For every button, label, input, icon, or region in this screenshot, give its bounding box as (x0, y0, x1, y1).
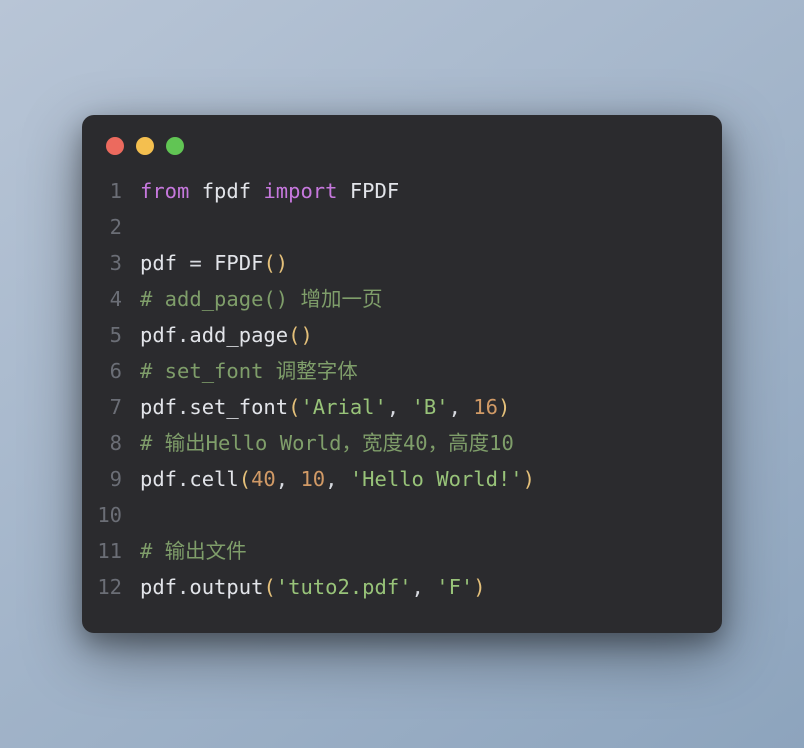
token: pdf (140, 323, 177, 347)
line-number: 5 (94, 317, 140, 353)
token: ) (473, 575, 485, 599)
code-line: 8# 输出Hello World，宽度40，高度10 (94, 425, 698, 461)
code-line: 3pdf = FPDF() (94, 245, 698, 281)
code-line: 1from fpdf import FPDF (94, 173, 698, 209)
line-number: 11 (94, 533, 140, 569)
token: # 输出Hello World，宽度40，高度10 (140, 431, 514, 455)
token: ( (288, 395, 300, 419)
token: 'Arial' (300, 395, 386, 419)
token: add_page (189, 323, 288, 347)
code-content: pdf.cell(40, 10, 'Hello World!') (140, 461, 535, 497)
token: 10 (300, 467, 325, 491)
line-number: 1 (94, 173, 140, 209)
code-content: # 输出文件 (140, 533, 247, 569)
code-line: 5pdf.add_page() (94, 317, 698, 353)
code-line: 12pdf.output('tuto2.pdf', 'F') (94, 569, 698, 605)
token: pdf (140, 251, 177, 275)
minimize-icon[interactable] (136, 137, 154, 155)
code-area[interactable]: 1from fpdf import FPDF23pdf = FPDF()4# a… (82, 163, 722, 606)
token: from (140, 179, 189, 203)
token: import (263, 179, 337, 203)
token: 'tuto2.pdf' (276, 575, 412, 599)
line-number: 7 (94, 389, 140, 425)
token: , (276, 467, 301, 491)
token: # 输出文件 (140, 539, 247, 563)
token: , (325, 467, 350, 491)
token: () (263, 251, 288, 275)
token: () (288, 323, 313, 347)
token: ( (263, 575, 275, 599)
code-content: pdf.add_page() (140, 317, 313, 353)
token (251, 179, 263, 203)
code-line: 6# set_font 调整字体 (94, 353, 698, 389)
token: set_font (189, 395, 288, 419)
code-content: # set_font 调整字体 (140, 353, 358, 389)
token: 'B' (412, 395, 449, 419)
token: # set_font 调整字体 (140, 359, 358, 383)
token: . (177, 575, 189, 599)
token: 'F' (436, 575, 473, 599)
token: , (387, 395, 412, 419)
token: pdf (140, 395, 177, 419)
line-number: 12 (94, 569, 140, 605)
titlebar (82, 115, 722, 163)
token: 16 (473, 395, 498, 419)
token: 40 (251, 467, 276, 491)
token: FPDF (214, 251, 263, 275)
line-number: 9 (94, 461, 140, 497)
token (338, 179, 350, 203)
code-line: 11# 输出文件 (94, 533, 698, 569)
token: , (449, 395, 474, 419)
token: . (177, 323, 189, 347)
token: . (177, 467, 189, 491)
line-number: 10 (94, 497, 140, 533)
code-line: 4# add_page() 增加一页 (94, 281, 698, 317)
code-content: # add_page() 增加一页 (140, 281, 382, 317)
code-content: # 输出Hello World，宽度40，高度10 (140, 425, 514, 461)
token (189, 179, 201, 203)
token: cell (189, 467, 238, 491)
code-line: 9pdf.cell(40, 10, 'Hello World!') (94, 461, 698, 497)
code-window: 1from fpdf import FPDF23pdf = FPDF()4# a… (82, 115, 722, 634)
token: 'Hello World!' (350, 467, 523, 491)
token: fpdf (202, 179, 251, 203)
maximize-icon[interactable] (166, 137, 184, 155)
line-number: 4 (94, 281, 140, 317)
code-content: from fpdf import FPDF (140, 173, 399, 209)
token: pdf (140, 467, 177, 491)
line-number: 3 (94, 245, 140, 281)
line-number: 6 (94, 353, 140, 389)
line-number: 8 (94, 425, 140, 461)
code-line: 7pdf.set_font('Arial', 'B', 16) (94, 389, 698, 425)
token: ( (239, 467, 251, 491)
token: ) (498, 395, 510, 419)
token (177, 251, 189, 275)
token: . (177, 395, 189, 419)
token: output (189, 575, 263, 599)
code-content: pdf = FPDF() (140, 245, 288, 281)
line-number: 2 (94, 209, 140, 245)
token: , (412, 575, 437, 599)
token: pdf (140, 575, 177, 599)
code-line: 2 (94, 209, 698, 245)
code-line: 10 (94, 497, 698, 533)
token: = (189, 251, 201, 275)
close-icon[interactable] (106, 137, 124, 155)
token: # add_page() 增加一页 (140, 287, 382, 311)
token: FPDF (350, 179, 399, 203)
token (202, 251, 214, 275)
code-content: pdf.set_font('Arial', 'B', 16) (140, 389, 510, 425)
code-content: pdf.output('tuto2.pdf', 'F') (140, 569, 486, 605)
token: ) (523, 467, 535, 491)
